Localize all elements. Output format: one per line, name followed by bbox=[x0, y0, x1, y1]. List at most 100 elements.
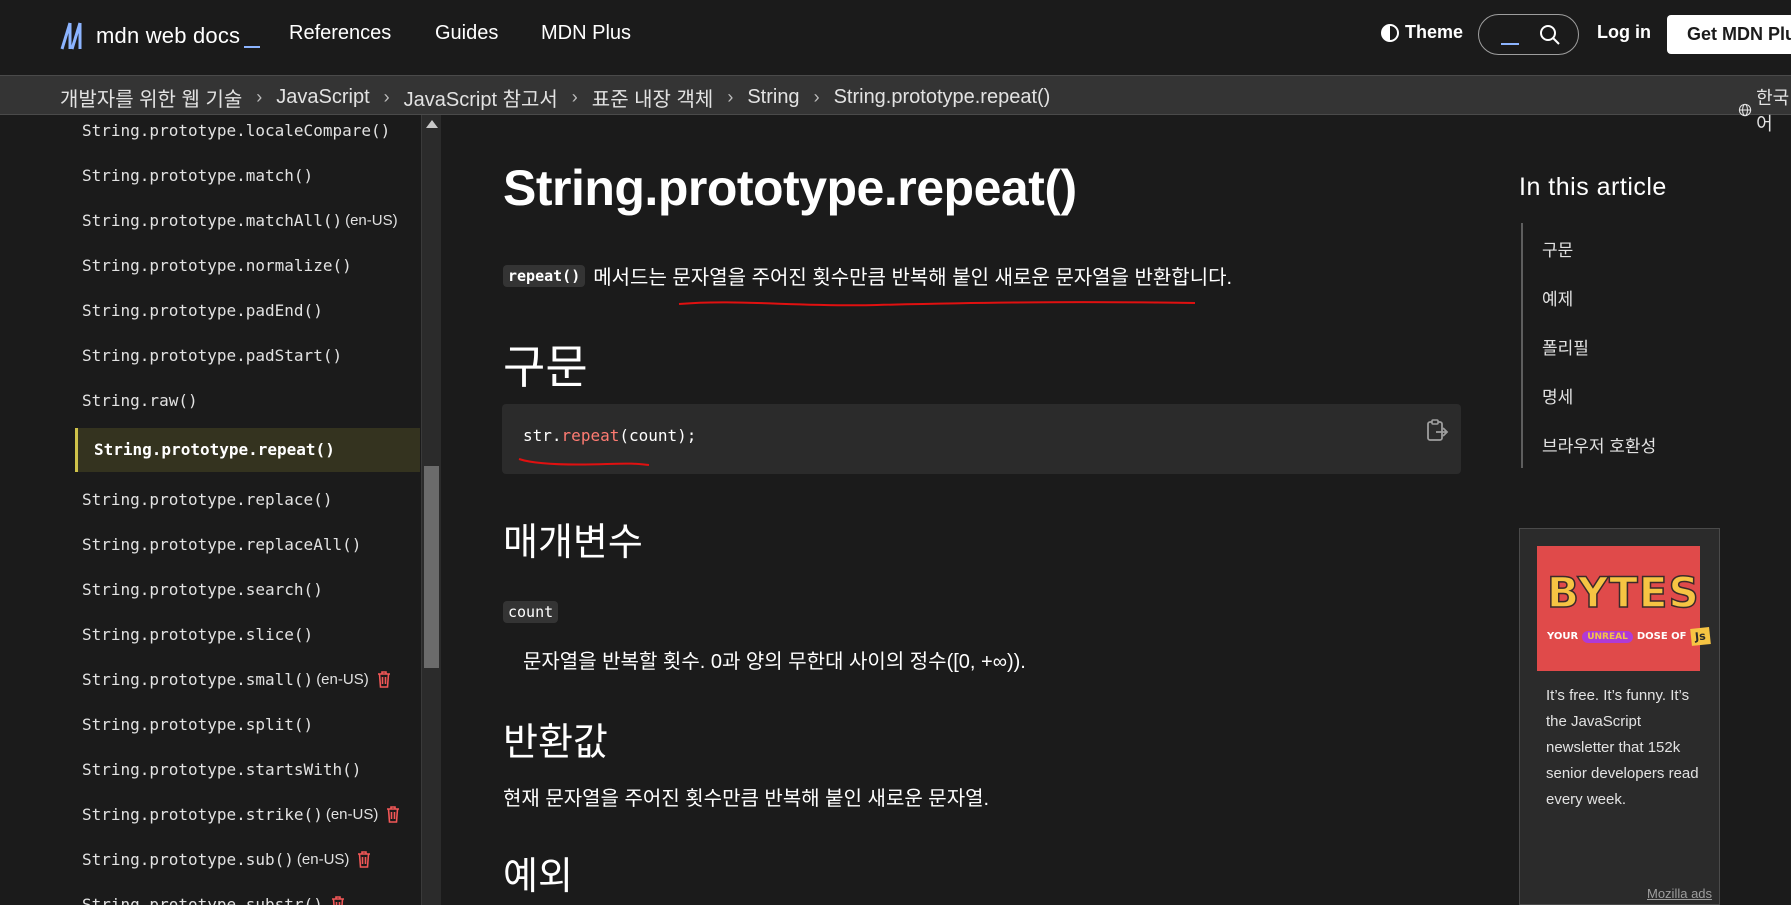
locale-tag: (en-US) bbox=[316, 671, 369, 688]
sidebar-item[interactable]: String.prototype.padStart() bbox=[82, 346, 342, 365]
sidebar-item-label: String.prototype.replaceAll() bbox=[82, 535, 362, 554]
toc-item[interactable]: 명세 bbox=[1542, 383, 1573, 408]
sidebar: String.prototype.localeCompare() String.… bbox=[0, 115, 422, 905]
sidebar-scrollbar-thumb[interactable] bbox=[424, 466, 439, 668]
code-block: str.repeat(count); bbox=[502, 404, 1461, 474]
sidebar-item[interactable]: String.prototype.substr() bbox=[82, 895, 345, 905]
sidebar-item[interactable]: String.prototype.normalize() bbox=[82, 256, 352, 275]
scroll-up-arrow-icon[interactable] bbox=[426, 120, 438, 128]
breadcrumb-item[interactable]: 개발자를 위한 웹 기술 bbox=[60, 83, 242, 112]
get-mdn-plus-button[interactable]: Get MDN Plus bbox=[1667, 15, 1791, 54]
sidebar-item-label: String.prototype.small() bbox=[82, 670, 314, 689]
section-heading-syntax[interactable]: 구문 bbox=[503, 331, 588, 397]
sidebar-item-label: String.prototype.sub() bbox=[82, 850, 294, 869]
intro-text: 메서드는 문자열을 주어진 횟수만큼 반복해 붙인 새로운 문자열을 반환합니다… bbox=[593, 267, 1233, 289]
toc-item[interactable]: 폴리필 bbox=[1542, 334, 1589, 359]
page-title: String.prototype.repeat() bbox=[503, 160, 1077, 216]
top-navigation: mdn web docs References Guides MDN Plus … bbox=[0, 0, 1791, 75]
sidebar-item-label: String.prototype.match() bbox=[82, 166, 314, 185]
copy-clipboard-icon[interactable] bbox=[1425, 418, 1449, 444]
sidebar-item-label: String.prototype.split() bbox=[82, 715, 314, 734]
ad-text[interactable]: It’s free. It’s funny. It’s the JavaScri… bbox=[1546, 683, 1706, 813]
ad-js-badge: Js bbox=[1689, 627, 1710, 646]
nav-references[interactable]: References bbox=[289, 22, 391, 45]
section-heading-return-value[interactable]: 반환값 bbox=[503, 711, 608, 766]
ad-tagline: YOUR UNREAL DOSE OF Js bbox=[1547, 627, 1710, 646]
sidebar-item[interactable]: String.prototype.sub() (en-US) bbox=[82, 850, 371, 869]
theme-label: Theme bbox=[1405, 22, 1464, 42]
mdn-logo-icon bbox=[60, 22, 82, 50]
sidebar-item-label: String.prototype.repeat() bbox=[94, 440, 335, 459]
toc-item[interactable]: 예제 bbox=[1542, 285, 1573, 310]
ad-image[interactable]: BYTES YOUR UNREAL DOSE OF Js bbox=[1537, 546, 1710, 671]
sidebar-item-label: String.prototype.search() bbox=[82, 580, 323, 599]
toc-rail bbox=[1521, 223, 1523, 468]
sidebar-item[interactable]: String.prototype.match() bbox=[82, 166, 313, 185]
logo-text: mdn web docs bbox=[96, 23, 241, 48]
toc-item[interactable]: 브라우저 호환성 bbox=[1542, 432, 1656, 457]
breadcrumb-item[interactable]: JavaScript 참고서 bbox=[404, 83, 558, 112]
sidebar-item-label: String.prototype.padStart() bbox=[82, 346, 343, 365]
nav-mdn-plus[interactable]: MDN Plus bbox=[541, 22, 631, 45]
chevron-right-icon: › bbox=[727, 87, 734, 107]
sidebar-item[interactable]: String.raw() bbox=[82, 391, 198, 410]
locale-tag: (en-US) bbox=[345, 212, 398, 229]
sidebar-item-label: String.prototype.matchAll() bbox=[82, 211, 343, 230]
code-token: (count); bbox=[619, 426, 697, 445]
intro-paragraph: repeat() 메서드는 문자열을 주어진 횟수만큼 반복해 붙인 새로운 문… bbox=[503, 261, 1232, 290]
sidebar-item-label: String.prototype.strike() bbox=[82, 805, 323, 824]
theme-icon bbox=[1381, 23, 1399, 42]
breadcrumb-item[interactable]: JavaScript bbox=[276, 86, 369, 109]
sidebar-item[interactable]: String.prototype.localeCompare() bbox=[82, 121, 390, 140]
sidebar-item[interactable]: String.prototype.replace() bbox=[82, 490, 332, 509]
nav-guides[interactable]: Guides bbox=[435, 22, 498, 45]
sidebar-item[interactable]: String.prototype.padEnd() bbox=[82, 301, 323, 320]
sidebar-item[interactable]: String.prototype.startsWith() bbox=[82, 760, 361, 779]
sidebar-item-active[interactable]: String.prototype.repeat() bbox=[75, 428, 420, 472]
mdn-logo[interactable]: mdn web docs bbox=[60, 20, 261, 52]
section-heading-parameters[interactable]: 매개변수 bbox=[503, 511, 643, 566]
sidebar-item[interactable]: String.prototype.replaceAll() bbox=[82, 535, 361, 554]
ad-tagline-text: DOSE OF bbox=[1636, 631, 1687, 642]
section-heading-exceptions[interactable]: 예외 bbox=[503, 845, 573, 900]
sidebar-item[interactable]: String.prototype.split() bbox=[82, 715, 313, 734]
ad-tagline-pill: UNREAL bbox=[1582, 630, 1633, 643]
sidebar-item-label: String.prototype.normalize() bbox=[82, 256, 352, 275]
sidebar-item-label: String.prototype.substr() bbox=[82, 895, 323, 905]
ad-credit-link[interactable]: Mozilla ads bbox=[1647, 886, 1712, 901]
breadcrumb-item[interactable]: 표준 내장 객체 bbox=[592, 83, 714, 112]
annotation-underline bbox=[678, 301, 1196, 307]
sidebar-item-label: String.raw() bbox=[82, 391, 198, 410]
sidebar-item[interactable]: String.prototype.search() bbox=[82, 580, 323, 599]
breadcrumb-item[interactable]: String bbox=[747, 86, 799, 109]
breadcrumb-current[interactable]: String.prototype.repeat() bbox=[834, 86, 1051, 109]
locale-tag: (en-US) bbox=[296, 851, 350, 868]
login-link[interactable]: Log in bbox=[1597, 22, 1651, 43]
search-icon[interactable] bbox=[1539, 24, 1561, 46]
breadcrumb: 개발자를 위한 웹 기술 › JavaScript › JavaScript 참… bbox=[60, 83, 1050, 112]
locale-tag: (en-US) bbox=[325, 806, 379, 823]
toc-title: In this article bbox=[1519, 173, 1667, 201]
sidebar-item[interactable]: String.prototype.strike() (en-US) bbox=[82, 805, 400, 824]
deprecated-trash-icon bbox=[377, 671, 390, 688]
chevron-right-icon: › bbox=[383, 87, 390, 107]
inline-code: count bbox=[503, 601, 559, 623]
breadcrumb-bar: 개발자를 위한 웹 기술 › JavaScript › JavaScript 참… bbox=[0, 75, 1791, 134]
advertisement[interactable]: BYTES YOUR UNREAL DOSE OF Js It’s free. … bbox=[1519, 528, 1720, 905]
toc-item[interactable]: 구문 bbox=[1542, 236, 1573, 261]
theme-button[interactable]: Theme bbox=[1381, 22, 1463, 43]
code-token: str bbox=[523, 426, 552, 445]
deprecated-trash-icon bbox=[358, 851, 371, 868]
syntax-code: str.repeat(count); bbox=[523, 426, 696, 445]
sidebar-item[interactable]: String.prototype.small() (en-US) bbox=[82, 670, 391, 689]
sidebar-item-label: String.prototype.padEnd() bbox=[82, 301, 323, 320]
parameter-term: count bbox=[503, 601, 566, 623]
sidebar-item-label: String.prototype.replace() bbox=[82, 490, 333, 509]
search-input[interactable] bbox=[1478, 14, 1579, 55]
sidebar-item[interactable]: String.prototype.slice() bbox=[82, 625, 313, 644]
parameter-description: 문자열을 반복할 횟수. 0과 양의 무한대 사이의 정수([0, +∞)). bbox=[523, 651, 1026, 673]
search-cursor bbox=[1501, 43, 1519, 45]
chevron-right-icon: › bbox=[813, 87, 820, 107]
deprecated-trash-icon bbox=[387, 806, 400, 823]
sidebar-item[interactable]: String.prototype.matchAll() (en-US) bbox=[82, 211, 398, 230]
